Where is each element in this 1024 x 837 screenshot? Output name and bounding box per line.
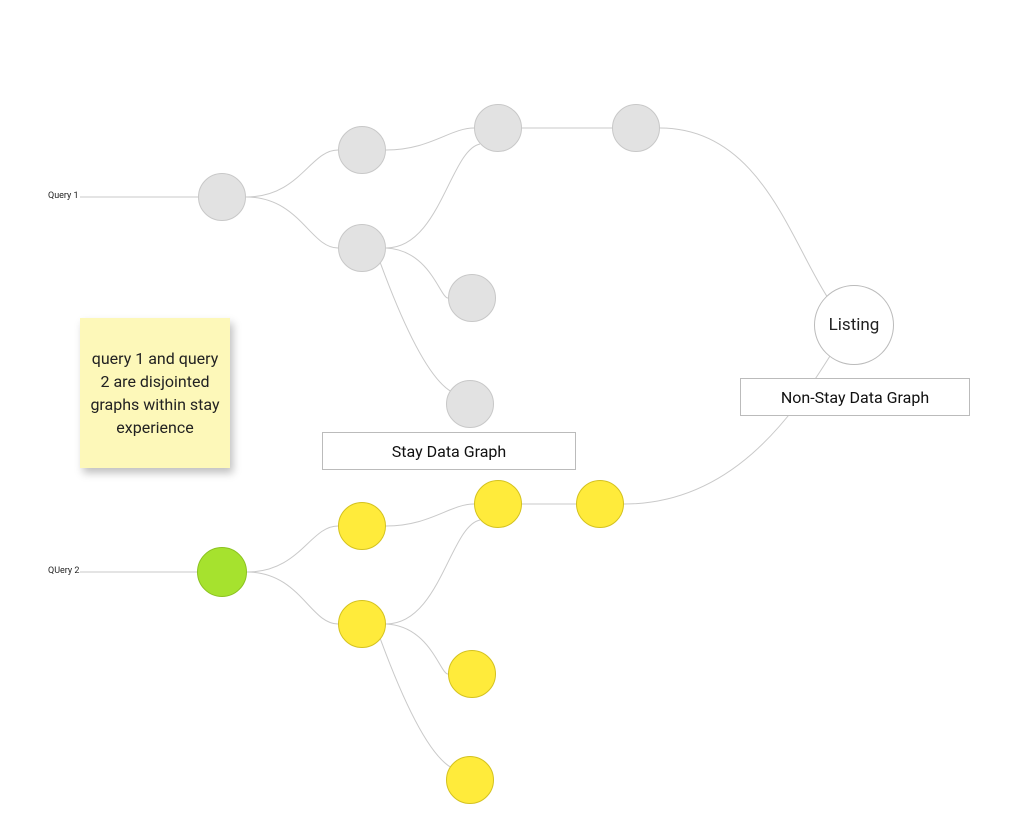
edge-g-b-to-g-c (386, 144, 480, 248)
gray-node-c (474, 104, 522, 152)
query-1-label: Query 1 (48, 191, 79, 201)
edge-g-a-to-g-c (386, 128, 474, 150)
yellow-node-d (448, 650, 496, 698)
edge-y-b-to-y-c (386, 520, 480, 624)
gray-node-a (338, 126, 386, 174)
query-2-label: QUery 2 (48, 566, 79, 576)
stay-data-graph-box: Stay Data Graph (322, 432, 576, 470)
sticky-note: query 1 and query 2 are disjointed graph… (80, 318, 230, 468)
stay-data-graph-label: Stay Data Graph (392, 442, 506, 461)
edge-y-root-to-y-b (247, 572, 338, 624)
gray-node-root (198, 173, 246, 221)
gray-node-f (612, 104, 660, 152)
listing-node: Listing (814, 285, 894, 365)
edge-y-b-to-y-e (380, 638, 452, 768)
edge-g-b-to-g-e (380, 262, 452, 392)
green-node-root (197, 547, 247, 597)
listing-node-label: Listing (829, 315, 880, 335)
yellow-node-c (474, 480, 522, 528)
edge-g-root-to-g-b (246, 197, 338, 248)
edge-g-root-to-g-a (246, 150, 338, 197)
gray-node-b (338, 224, 386, 272)
edge-y-b-to-y-d (386, 624, 448, 674)
yellow-node-b (338, 600, 386, 648)
gray-node-e (446, 380, 494, 428)
diagram-canvas: Query 1 QUery 2 query 1 and query 2 are … (0, 0, 1024, 837)
edge-y-a-to-y-c (386, 504, 474, 526)
non-stay-data-graph-box: Non-Stay Data Graph (740, 378, 970, 416)
yellow-node-f (576, 480, 624, 528)
non-stay-data-graph-label: Non-Stay Data Graph (781, 388, 929, 407)
yellow-node-a (338, 502, 386, 550)
edge-y-root-to-y-a (247, 526, 338, 572)
edge-g-f-to-listing (660, 128, 828, 298)
edge-g-b-to-g-d (386, 248, 448, 298)
gray-node-d (448, 274, 496, 322)
yellow-node-e (446, 756, 494, 804)
